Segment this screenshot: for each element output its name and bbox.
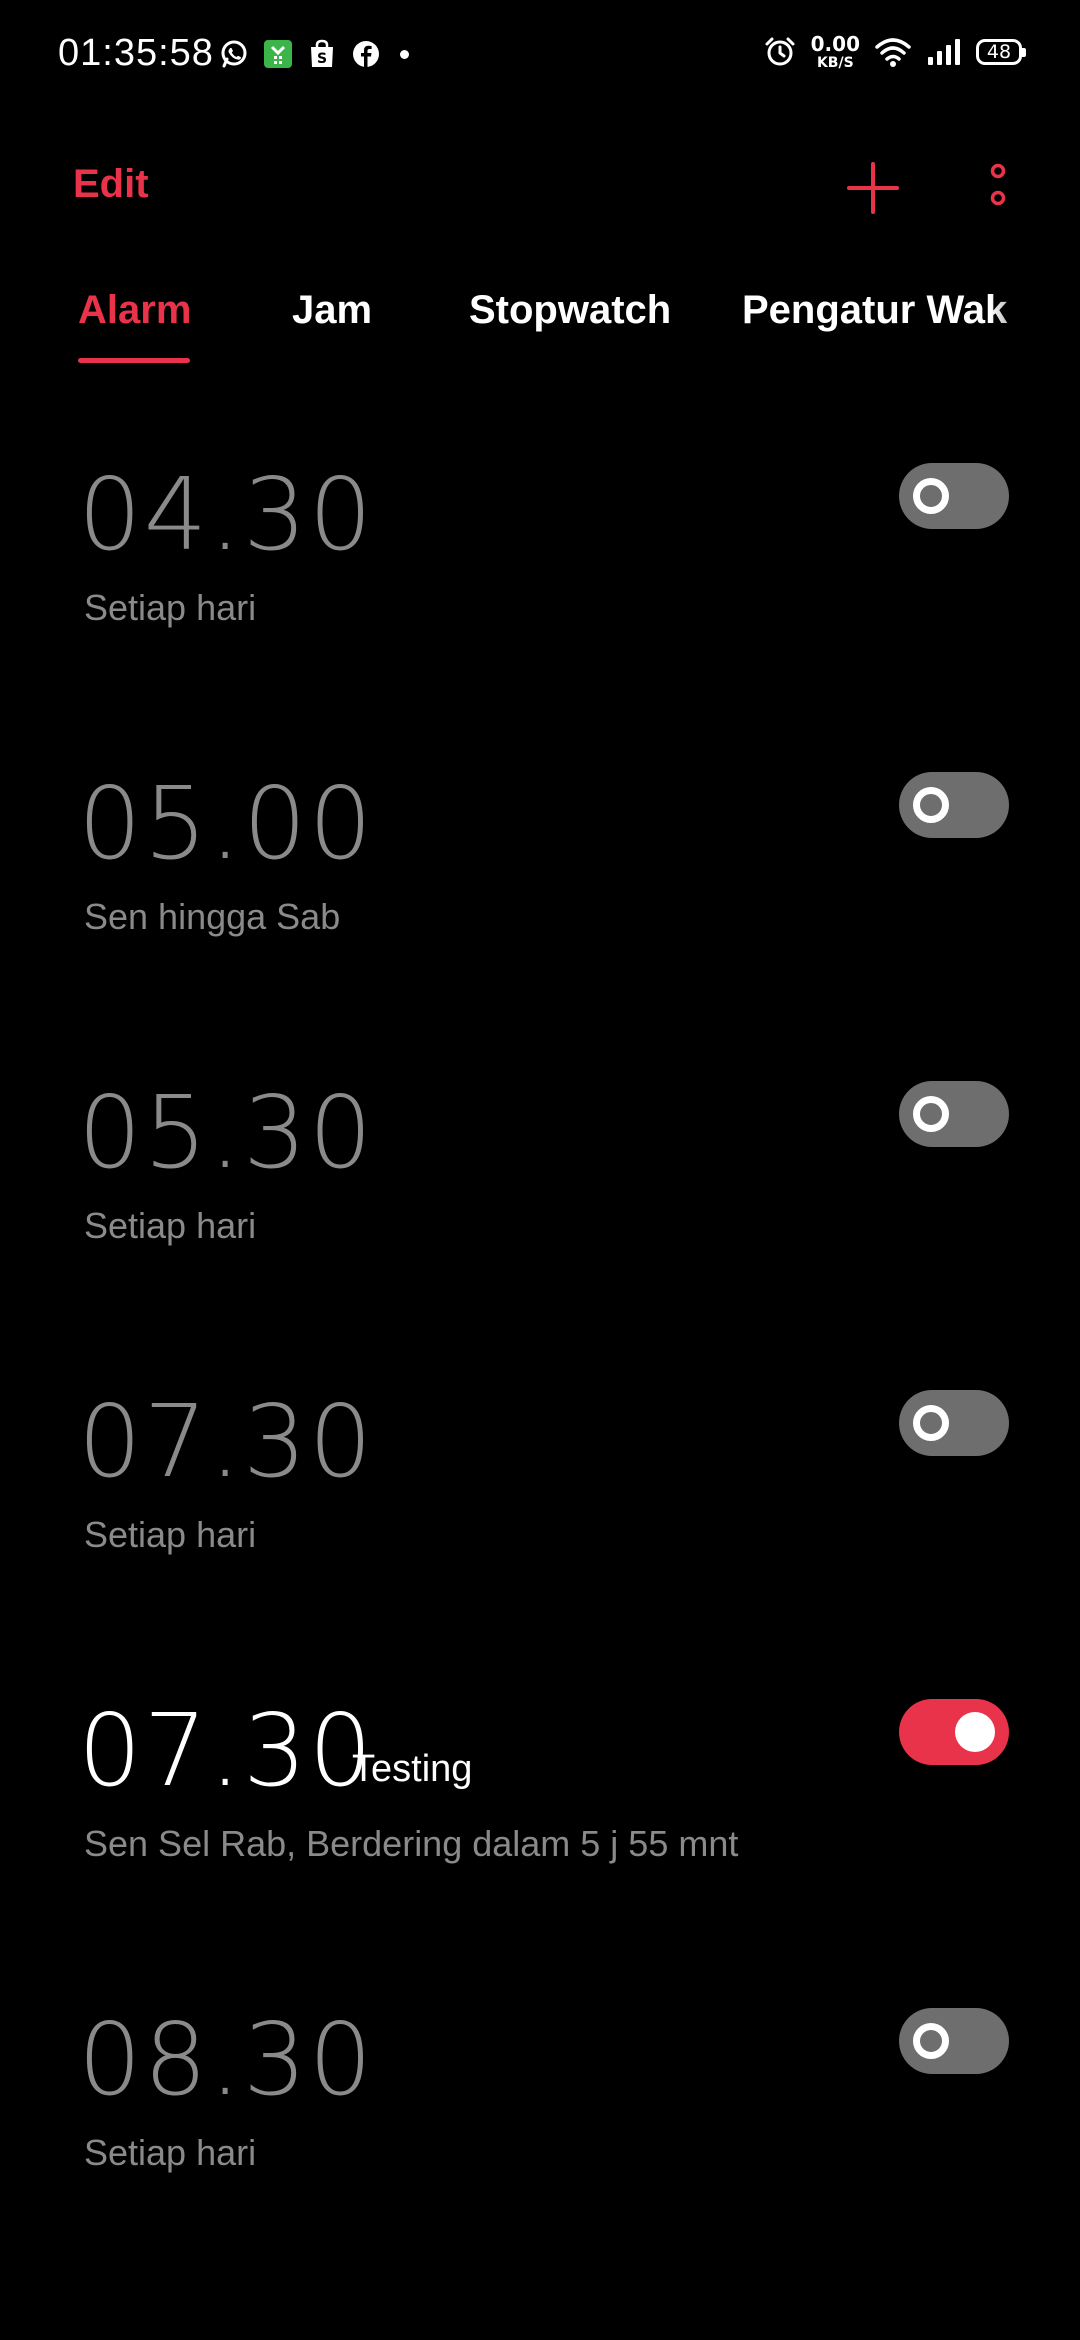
svg-text:S: S [317,51,327,67]
alarm-repeat: Sen Sel Rab, Berdering dalam 5 j 55 mnt [84,1823,739,1864]
alarm-item[interactable]: 07.30 Setiap hari [0,1382,1080,1662]
toggle-knob [955,1712,995,1752]
alarm-item[interactable]: 07.30 Testing Sen Sel Rab, Berdering dal… [0,1691,1080,1971]
toggle-knob [913,787,949,823]
plus-icon [847,162,899,214]
alarm-toggle[interactable] [899,1699,1009,1765]
alarm-repeat: Setiap hari [84,1514,257,1555]
notification-icons: S [218,38,409,70]
alarm-repeat: Setiap hari [84,2132,257,2173]
network-speed-value: 0.00 [810,32,860,56]
tab-jam[interactable]: Jam [292,288,372,333]
alarm-item[interactable]: 05.30 Setiap hari [0,1073,1080,1353]
tab-stopwatch[interactable]: Stopwatch [469,288,671,333]
alarm-repeat: Sen hingga Sab [84,896,341,937]
alarm-item[interactable]: 05.00 Sen hingga Sab [0,764,1080,1044]
network-speed-unit: KB/S [816,55,854,71]
tab-active-indicator [78,358,190,363]
alarm-time: 05.30 [78,1074,375,1191]
more-options-button[interactable] [982,160,1014,216]
edit-button[interactable]: Edit [73,162,149,207]
tab-pengatur-waktu[interactable]: Pengatur Wak [742,288,1007,333]
alarm-item[interactable]: 08.30 Setiap hari [0,2000,1080,2280]
facebook-icon [353,41,379,67]
alarm-toggle[interactable] [899,772,1009,838]
status-bar: 01:35:58 S 0.00 KB/S 48 [0,0,1080,112]
alarm-time: 07.30 [78,1692,375,1809]
tab-alarm[interactable]: Alarm [78,288,191,333]
wifi-icon [875,38,911,67]
alarm-time: 04.30 [78,456,375,573]
battery-indicator: 48 [976,39,1026,65]
alarm-item[interactable]: 04.30 Setiap hari [0,455,1080,735]
alarm-toggle[interactable] [899,463,1009,529]
alarm-toggle[interactable] [899,1390,1009,1456]
alarm-toggle[interactable] [899,2008,1009,2074]
tab-bar: Alarm Jam Stopwatch Pengatur Wak [0,280,1080,370]
alarm-toggle[interactable] [899,1081,1009,1147]
alarm-time: 08.30 [78,2001,375,2118]
alarm-time: 07.30 [78,1383,375,1500]
shopping-bag-icon [264,40,292,68]
system-icons: 0.00 KB/S 48 [763,34,1026,70]
toggle-knob [913,1405,949,1441]
alarm-time: 05.00 [78,765,375,882]
add-alarm-button[interactable] [845,160,901,216]
shop-icon: S [311,39,333,67]
whatsapp-icon [221,40,247,68]
alarm-clock-icon [765,37,795,66]
network-speed: 0.00 KB/S [811,34,860,70]
toggle-knob [913,478,949,514]
toggle-knob [913,1096,949,1132]
more-notifications-dot [400,49,409,59]
signal-icon [928,39,960,65]
alarm-repeat: Setiap hari [84,587,257,628]
more-vertical-icon [990,163,1006,206]
alarm-repeat: Setiap hari [84,1205,257,1246]
toggle-knob [913,2023,949,2059]
status-time: 01:35:58 [58,32,214,74]
alarm-label: Testing [352,1748,473,1790]
